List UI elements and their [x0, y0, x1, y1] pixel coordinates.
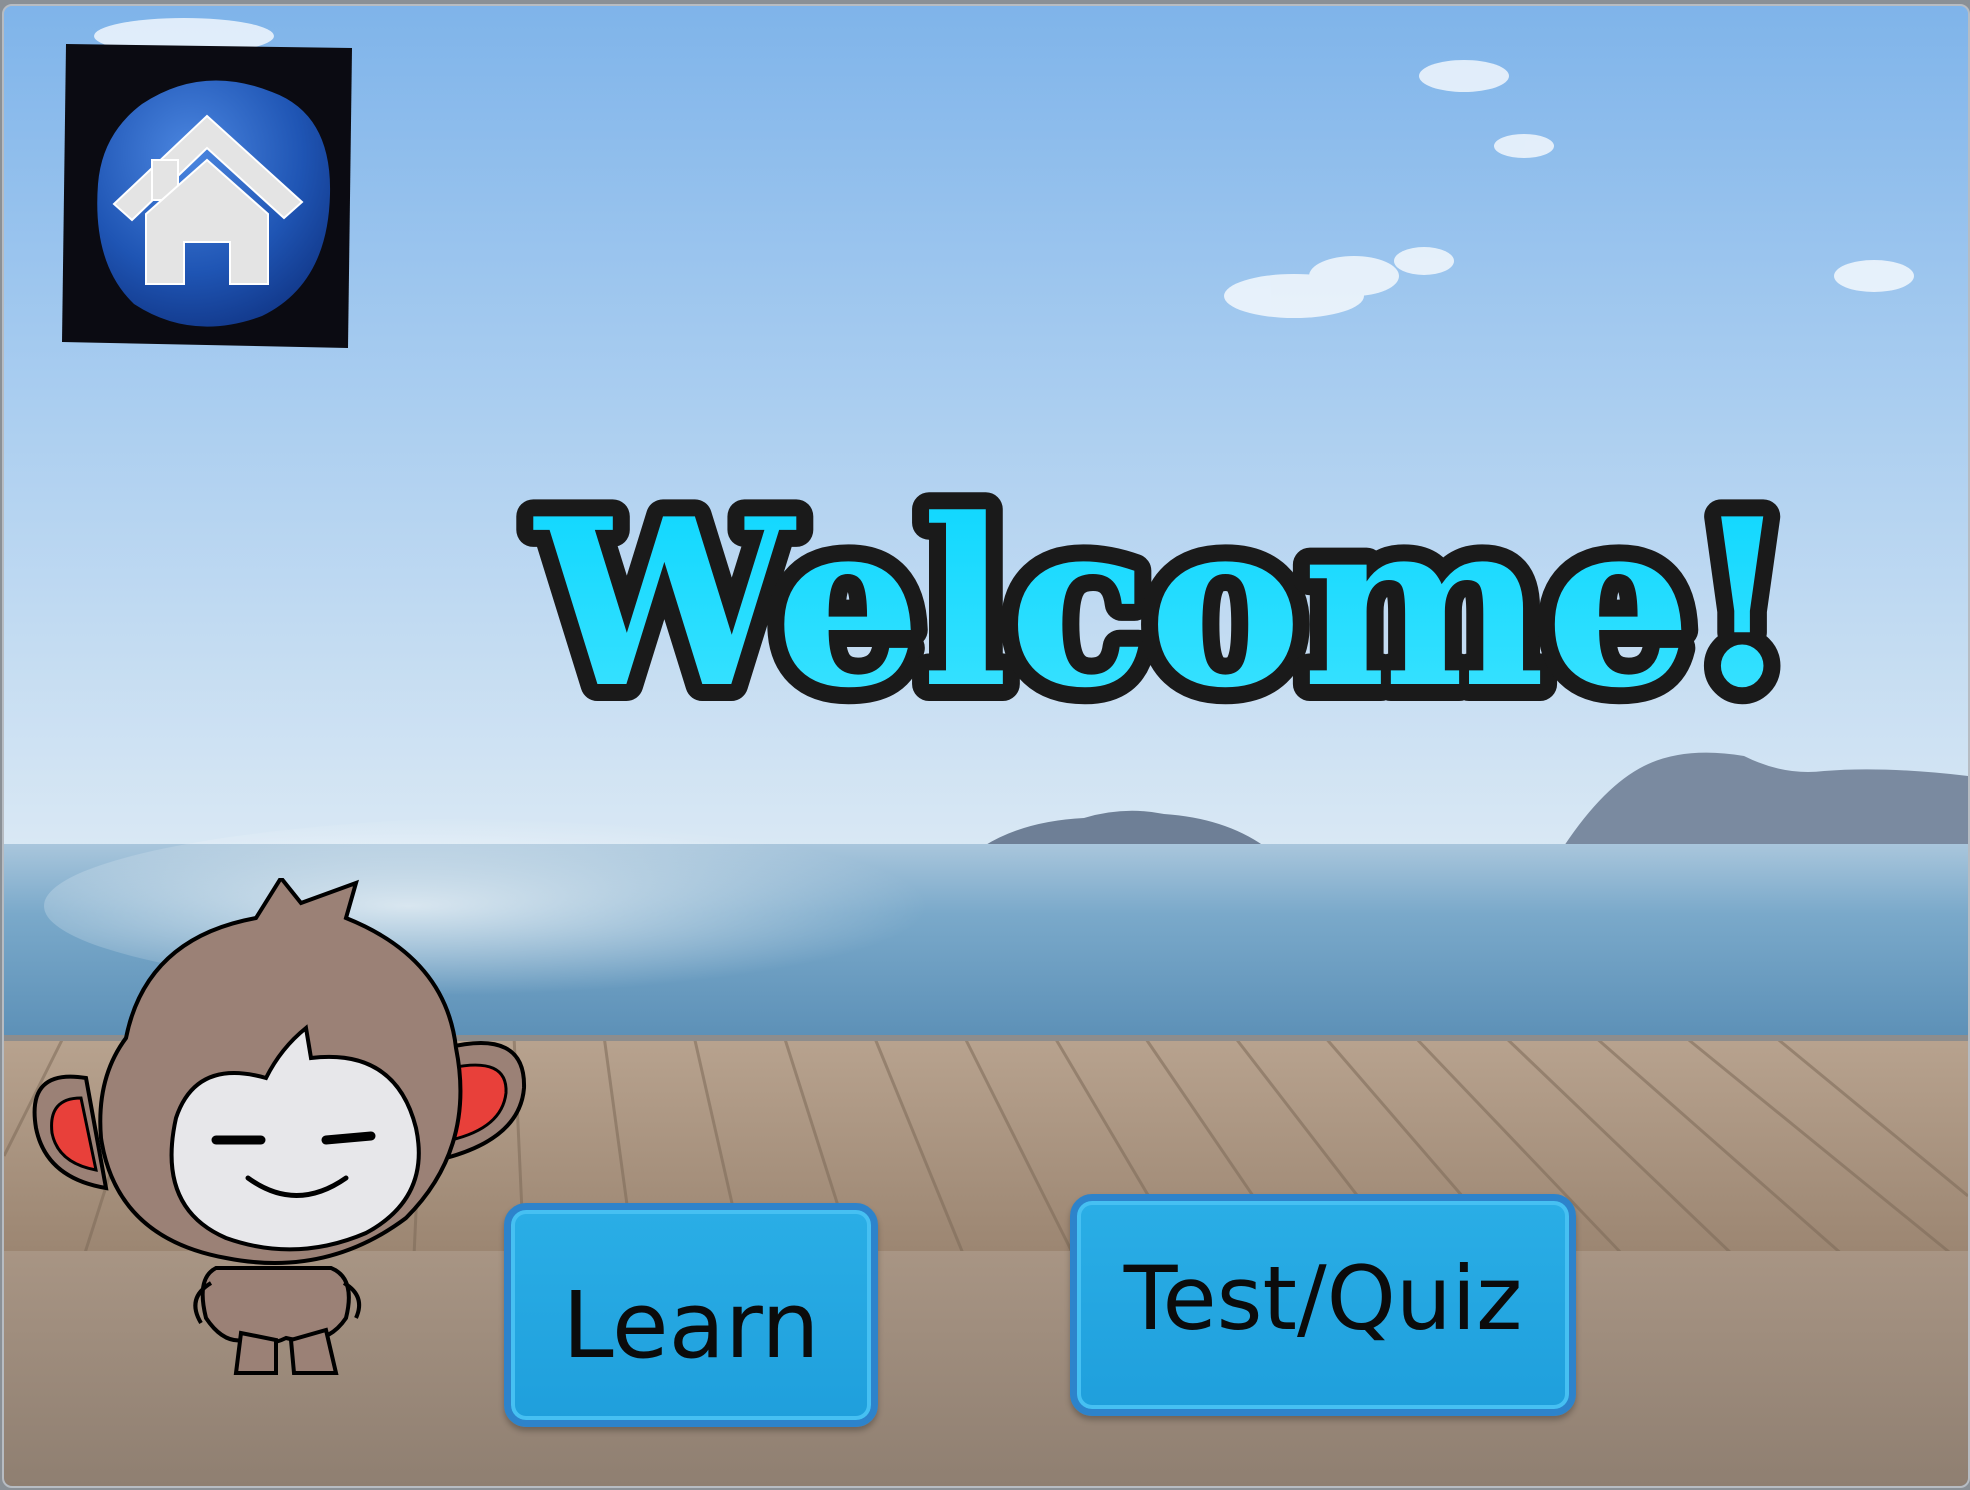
stage: Welcome! Welcome! Learn Test/Quiz [2, 4, 1970, 1488]
home-icon [62, 44, 352, 348]
welcome-title: Welcome! Welcome! [515, 466, 1809, 746]
home-button[interactable] [62, 44, 352, 348]
mascot-monkey [32, 878, 527, 1375]
welcome-title-text: Welcome! [532, 469, 1792, 739]
test-quiz-button[interactable]: Test/Quiz [1070, 1194, 1576, 1416]
learn-button[interactable]: Learn [504, 1203, 878, 1427]
test-quiz-button-label: Test/Quiz [1123, 1246, 1523, 1350]
learn-button-label: Learn [562, 1271, 820, 1379]
